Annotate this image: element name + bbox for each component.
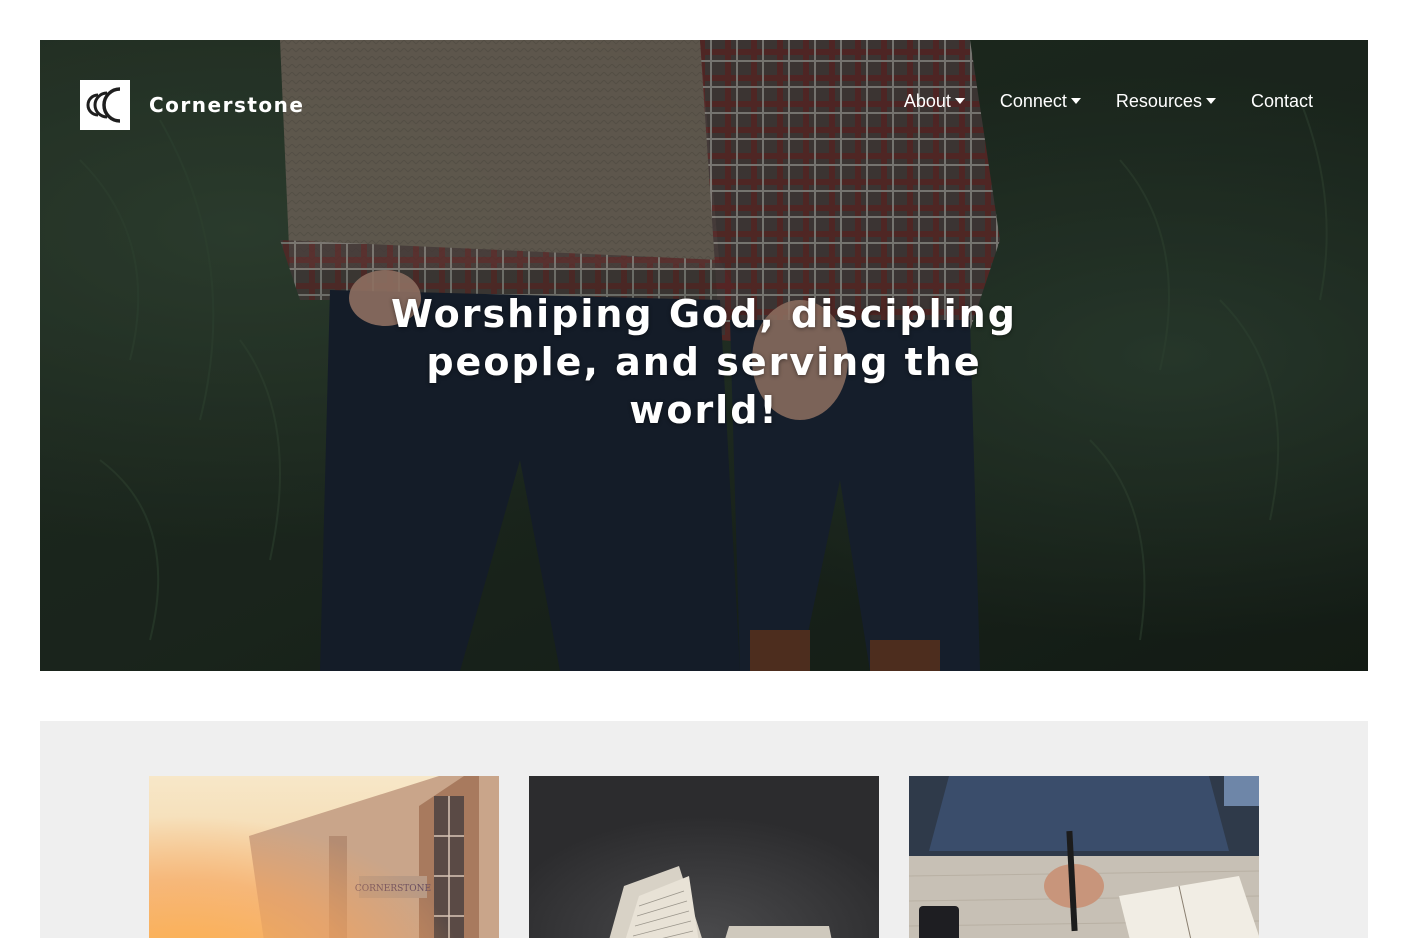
card-church-building[interactable]: CORNERSTONE (149, 776, 499, 938)
caret-down-icon (1070, 98, 1081, 104)
feature-cards-section: CORNERSTONE (40, 721, 1368, 938)
nav-resources-label: Resources (1115, 90, 1202, 111)
card-open-bible[interactable] (529, 776, 879, 938)
main-navbar: Cornerstone About Connect Resources Cont… (40, 40, 1368, 170)
cornerstone-logo-icon (80, 80, 130, 130)
page: Cornerstone About Connect Resources Cont… (0, 0, 1406, 938)
bible-study-notes-photo (909, 776, 1259, 938)
nav-contact[interactable]: Contact (1251, 90, 1313, 112)
caret-down-icon (1205, 98, 1216, 104)
nav-connect-label: Connect (999, 90, 1067, 111)
open-bible-photo (529, 776, 879, 938)
nav-about-label: About (903, 90, 951, 111)
hero-section: Cornerstone About Connect Resources Cont… (40, 40, 1368, 671)
brand-home-link[interactable]: Cornerstone (80, 80, 304, 130)
nav-about[interactable]: About (904, 90, 965, 112)
nav-resources[interactable]: Resources (1116, 90, 1216, 112)
nav-connect[interactable]: Connect (1000, 90, 1081, 112)
brand-name: Cornerstone (149, 93, 305, 117)
church-building-photo: CORNERSTONE (149, 776, 499, 938)
nav-contact-label: Contact (1250, 90, 1313, 111)
nav-links: About Connect Resources Contact (904, 90, 1313, 112)
caret-down-icon (954, 98, 965, 104)
card-bible-study[interactable] (909, 776, 1259, 938)
hero-headline: Worshiping God, discipling people, and s… (391, 292, 1017, 432)
